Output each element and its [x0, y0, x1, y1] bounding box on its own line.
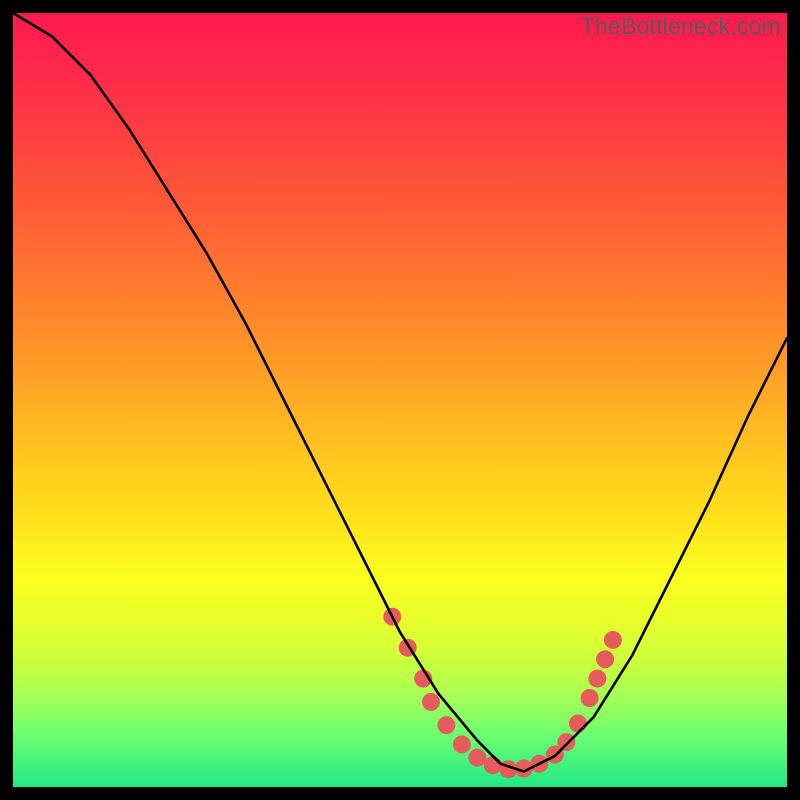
- marker-dot: [569, 715, 587, 733]
- marker-dot: [557, 733, 575, 751]
- marker-dot: [453, 735, 471, 753]
- marker-dot: [596, 650, 614, 668]
- marker-dot: [604, 631, 622, 649]
- watermark-text: TheBottleneck.com: [581, 13, 781, 40]
- marker-dot: [468, 749, 486, 767]
- marker-layer: [383, 608, 622, 779]
- marker-dot: [484, 756, 502, 774]
- marker-dot: [581, 689, 599, 707]
- marker-dot: [588, 670, 606, 688]
- chart-svg: [13, 13, 787, 787]
- marker-dot: [422, 693, 440, 711]
- chart-frame: TheBottleneck.com: [13, 13, 787, 787]
- bottleneck-curve: [13, 13, 787, 772]
- marker-dot: [437, 716, 455, 734]
